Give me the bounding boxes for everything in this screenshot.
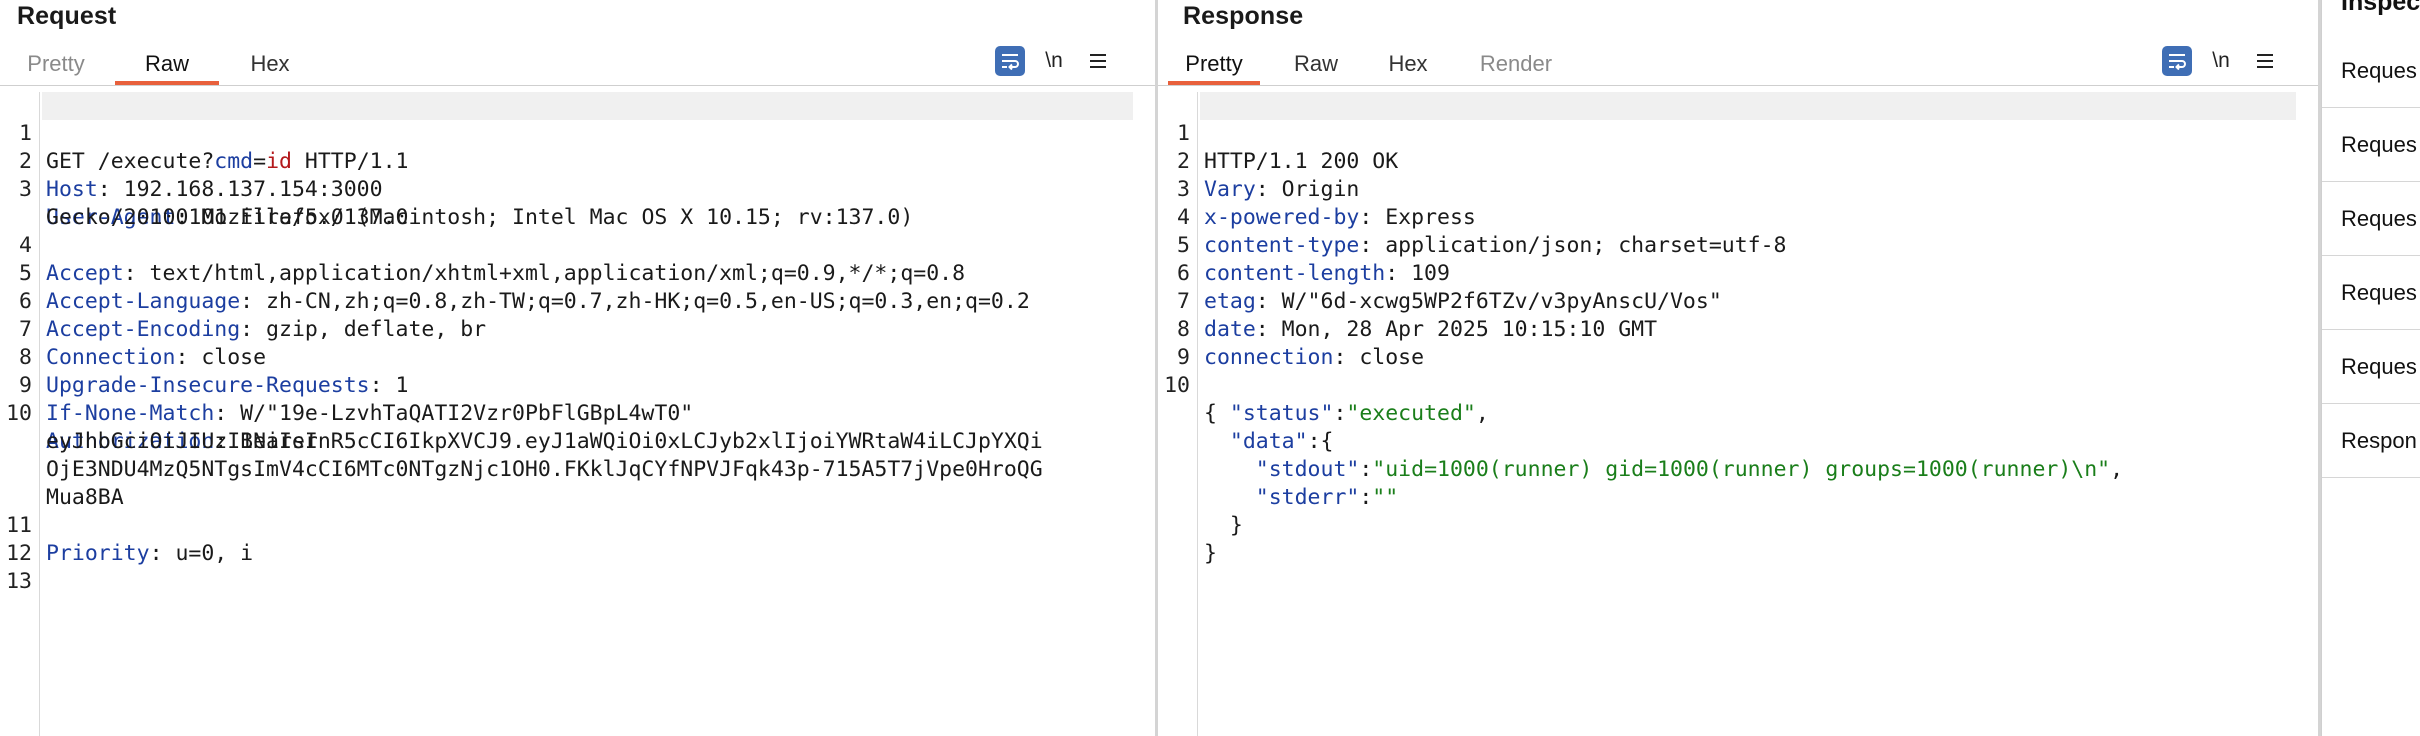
code-line: 4 Accept: text/html,application/xhtml+xm… xyxy=(19,233,966,286)
code-line: 11 Priority: u=0, i xyxy=(6,513,254,566)
tab-raw[interactable]: Raw xyxy=(1276,46,1356,84)
code-line-wrapped: Gecko/20100101 Firefox/137.0 xyxy=(46,205,409,230)
json-line: "stderr":"" xyxy=(1255,485,1399,510)
code-line: 10 Authorization: Bearer xyxy=(6,401,318,454)
code-line: 13 xyxy=(6,569,32,594)
code-line: 4 content-type: application/json; charse… xyxy=(1177,205,1787,258)
code-line: 8 connection: close xyxy=(1177,317,1425,370)
json-line: "status":"executed", xyxy=(1229,401,1489,426)
code-line: 9 xyxy=(1177,345,1190,370)
code-line: 6 etag: W/"6d-xcwg5WP2f6TZv/v3pyAnscU/Vo… xyxy=(1177,261,1722,314)
tab-hex[interactable]: Hex xyxy=(1368,46,1448,84)
inspector-item[interactable]: Reques xyxy=(2322,34,2420,108)
inspector-title: Inspec xyxy=(2341,0,2420,16)
newline-toggle-button[interactable]: \n xyxy=(1039,46,1069,76)
code-line: 10 { xyxy=(1164,373,1217,426)
tab-raw[interactable]: Raw xyxy=(115,46,219,85)
tab-hex[interactable]: Hex xyxy=(225,46,315,84)
code-line: 5 content-length: 109 xyxy=(1177,233,1450,286)
code-line: 1 HTTP/1.1 200 OK xyxy=(1177,121,1399,174)
response-title: Response xyxy=(1183,2,1304,30)
inspector-item[interactable]: Respon xyxy=(2322,404,2420,478)
request-editor[interactable]: 1 GET /execute?cmd=id HTTP/1.1 2 Host: 1… xyxy=(0,92,1155,736)
code-line: 9 If-None-Match: W/"19e-LzvhTaQATI2Vzr0P… xyxy=(19,373,694,426)
hamburger-menu-icon[interactable] xyxy=(2250,46,2280,76)
inspector-item[interactable]: Reques xyxy=(2322,108,2420,182)
response-pane: Response Pretty Raw Hex Render \n 1 HTTP… xyxy=(1158,0,2318,736)
hamburger-menu-icon[interactable] xyxy=(1083,46,1113,76)
code-line: 2 Vary: Origin xyxy=(1177,149,1360,202)
code-line: 3 x-powered-by: Express xyxy=(1177,177,1476,230)
inspector-item[interactable]: Reques xyxy=(2322,256,2420,330)
inspector-item[interactable]: Reques xyxy=(2322,330,2420,404)
code-line: 2 Host: 192.168.137.154:3000 xyxy=(19,149,383,202)
json-line: "data":{ xyxy=(1229,429,1334,454)
response-editor[interactable]: 1 HTTP/1.1 200 OK 2 Vary: Origin 3 x-pow… xyxy=(1158,92,2318,736)
request-title: Request xyxy=(17,2,117,30)
tab-pretty[interactable]: Pretty xyxy=(12,46,100,84)
wrap-lines-icon[interactable] xyxy=(2162,46,2192,76)
code-line-wrapped: eyJhbGciOiJIUzI1NiIsInR5cCI6IkpXVCJ9.eyJ… xyxy=(46,429,1043,454)
code-line: 12 xyxy=(6,541,32,566)
wrap-lines-icon[interactable] xyxy=(995,46,1025,76)
tab-pretty[interactable]: Pretty xyxy=(1168,46,1260,85)
inspector-item[interactable]: Reques xyxy=(2322,182,2420,256)
json-line: } xyxy=(1204,513,1243,538)
tab-divider xyxy=(0,85,1155,86)
code-line-wrapped: OjE3NDU4MzQ5NTgsImV4cCI6MTc0NTgzNjc1OH0.… xyxy=(46,457,1043,482)
json-line: "stdout":"uid=1000(runner) gid=1000(runn… xyxy=(1255,457,2124,482)
code-line: 7 Connection: close xyxy=(19,317,267,370)
code-line: 5 Accept-Language: zh-CN,zh;q=0.8,zh-TW;… xyxy=(19,261,1030,314)
inspector-panel: Inspec Reques Reques Reques Reques Reque… xyxy=(2321,0,2420,736)
code-line-wrapped: Mua8BA xyxy=(46,485,124,510)
code-line: 1 GET /execute?cmd=id HTTP/1.1 xyxy=(19,121,409,174)
json-line: } xyxy=(1204,541,1217,566)
tab-divider xyxy=(1158,85,2318,86)
tab-render[interactable]: Render xyxy=(1458,46,1574,84)
code-line: 3 User-Agent: Mozilla/5.0 (Macintosh; In… xyxy=(19,177,914,230)
newline-toggle-button[interactable]: \n xyxy=(2206,46,2236,76)
request-pane: Request Pretty Raw Hex \n 1 GET /execute… xyxy=(0,0,1155,736)
code-line: 6 Accept-Encoding: gzip, deflate, br xyxy=(19,289,487,342)
code-line: 8 Upgrade-Insecure-Requests: 1 xyxy=(19,345,409,398)
code-line: 7 date: Mon, 28 Apr 2025 10:15:10 GMT xyxy=(1177,289,1658,342)
